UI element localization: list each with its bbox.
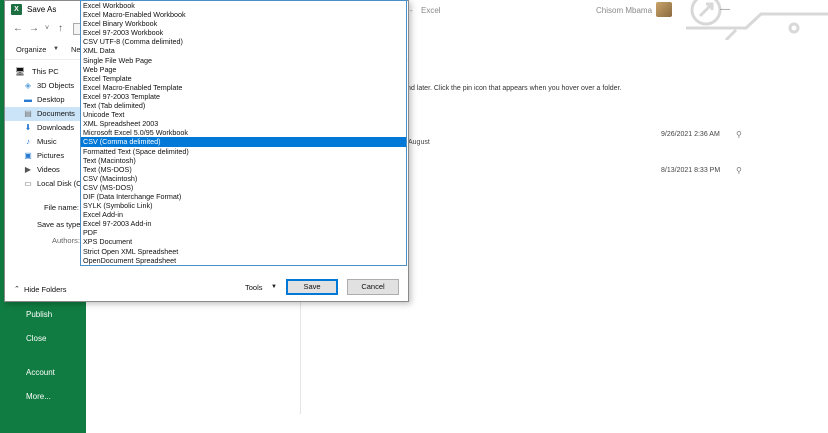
nav-item-music[interactable]: ♪ Music xyxy=(5,135,83,149)
pictures-icon: ▣ xyxy=(24,151,32,160)
nav-item-label: Downloads xyxy=(37,123,75,132)
hide-folders-button[interactable]: Hide Folders xyxy=(24,285,67,294)
forward-arrow-icon[interactable]: → xyxy=(29,23,39,34)
file-type-option[interactable]: Excel 97-2003 Workbook xyxy=(81,28,406,37)
group-header: August xyxy=(408,139,430,146)
file-name-label: File name: xyxy=(44,203,80,212)
chevron-up-icon[interactable]: ⌃ xyxy=(14,285,20,293)
download-icon: ⬇ xyxy=(24,123,32,132)
file-type-option[interactable]: CSV (Macintosh) xyxy=(81,174,406,183)
title-separator: - xyxy=(410,6,413,15)
documents-icon: ▤ xyxy=(24,109,32,118)
file-type-option[interactable]: CSV UTF-8 (Comma delimited) xyxy=(81,37,406,46)
up-arrow-icon[interactable]: ↑ xyxy=(58,23,63,34)
save-as-type-label: Save as type: xyxy=(37,220,83,229)
nav-close[interactable]: Close xyxy=(26,334,46,343)
tools-button[interactable]: Tools xyxy=(245,283,263,292)
minimize-icon[interactable]: — xyxy=(720,4,730,15)
file-type-dropdown-list[interactable]: Excel Workbook Excel Macro-Enabled Workbo… xyxy=(80,0,407,266)
file-type-option[interactable]: Microsoft Excel 5.0/95 Workbook xyxy=(81,128,406,137)
chevron-down-icon[interactable]: ˅ xyxy=(45,25,49,32)
file-type-option[interactable]: Text (Macintosh) xyxy=(81,156,406,165)
file-type-option[interactable]: XML Data xyxy=(81,46,406,55)
file-type-option[interactable]: DIF (Data Interchange Format) xyxy=(81,192,406,201)
file-type-option[interactable]: Excel 97-2003 Template xyxy=(81,92,406,101)
file-type-option[interactable]: Excel 97-2003 Add-in xyxy=(81,219,406,228)
pin-icon[interactable]: ⚲ xyxy=(736,130,742,139)
music-icon: ♪ xyxy=(26,137,30,146)
save-button[interactable]: Save xyxy=(286,279,338,295)
nav-item-downloads[interactable]: ⬇ Downloads xyxy=(5,121,83,135)
file-type-option[interactable]: Excel Add-in xyxy=(81,210,406,219)
nav-item-label: Music xyxy=(37,137,57,146)
desktop-icon: ▬ xyxy=(24,95,32,104)
nav-item-label: Pictures xyxy=(37,151,65,160)
file-type-option[interactable]: Strict Open XML Spreadsheet xyxy=(81,247,406,256)
nav-account[interactable]: Account xyxy=(26,368,55,377)
file-type-option[interactable]: Excel Macro-Enabled Workbook xyxy=(81,10,406,19)
file-type-option[interactable]: XML Spreadsheet 2003 xyxy=(81,119,406,128)
nav-item-local-disk[interactable]: ▭ Local Disk (C: xyxy=(5,177,83,191)
file-type-option[interactable]: OpenDocument Spreadsheet xyxy=(81,256,406,265)
file-type-option[interactable]: CSV (Comma delimited) xyxy=(81,137,406,147)
nav-item-desktop[interactable]: ▬ Desktop xyxy=(5,93,83,107)
chevron-down-icon[interactable]: ▼ xyxy=(53,46,59,52)
file-type-option[interactable]: Excel Workbook xyxy=(81,1,406,10)
video-icon: ▶ xyxy=(24,165,32,174)
nav-publish[interactable]: Publish xyxy=(26,310,52,319)
file-type-option[interactable]: PDF xyxy=(81,228,406,237)
nav-item-3d-objects[interactable]: ◈ 3D Objects xyxy=(5,79,83,93)
authors-label: Authors: xyxy=(52,236,80,245)
pin-hint-text: ily find later. Click the pin icon that … xyxy=(395,85,622,92)
file-type-option[interactable]: Web Page xyxy=(81,65,406,74)
app-title: Excel xyxy=(421,6,441,15)
file-type-option[interactable]: Text (MS-DOS) xyxy=(81,165,406,174)
nav-item-label: Local Disk (C: xyxy=(37,179,83,188)
nav-item-pictures[interactable]: ▣ Pictures xyxy=(5,149,83,163)
nav-item-label: Desktop xyxy=(37,95,65,104)
file-type-option[interactable]: Excel Template xyxy=(81,74,406,83)
nav-item-label: 3D Objects xyxy=(37,81,75,90)
cancel-button[interactable]: Cancel xyxy=(347,279,399,295)
computer-icon: 🖥 xyxy=(15,67,26,76)
nav-item-this-pc[interactable]: 🖥 This PC xyxy=(5,65,83,79)
navigation-pane: 🖥 This PC ◈ 3D Objects ▬ Desktop ▤ Docum… xyxy=(5,61,83,199)
file-type-option[interactable]: XPS Document xyxy=(81,237,406,246)
pin-icon[interactable]: ⚲ xyxy=(736,166,742,175)
nav-more[interactable]: More... xyxy=(26,392,51,401)
file-type-option[interactable]: CSV (MS-DOS) xyxy=(81,183,406,192)
organize-button[interactable]: Organize xyxy=(16,45,46,54)
file-type-option[interactable]: Unicode Text xyxy=(81,110,406,119)
user-name[interactable]: Chisom Mbama xyxy=(596,6,652,15)
nav-item-documents[interactable]: ▤ Documents xyxy=(5,107,83,121)
nav-item-label: Videos xyxy=(37,165,60,174)
file-type-option[interactable]: SYLK (Symbolic Link) xyxy=(81,201,406,210)
avatar[interactable] xyxy=(656,2,672,17)
circuit-decoration-icon xyxy=(686,0,828,40)
file-type-option[interactable]: Formatted Text (Space delimited) xyxy=(81,147,406,156)
back-arrow-icon[interactable]: ← xyxy=(13,23,23,34)
disk-icon: ▭ xyxy=(24,179,32,188)
dialog-title: Save As xyxy=(27,5,57,14)
file-type-option[interactable]: Single File Web Page xyxy=(81,56,406,65)
file-type-option[interactable]: Excel Binary Workbook xyxy=(81,19,406,28)
chevron-down-icon[interactable]: ▼ xyxy=(271,284,277,290)
cube-icon: ◈ xyxy=(24,81,32,90)
nav-item-videos[interactable]: ▶ Videos xyxy=(5,163,83,177)
file-type-option[interactable]: Excel Macro-Enabled Template xyxy=(81,83,406,92)
nav-item-label: Documents xyxy=(37,109,75,118)
file-type-option[interactable]: Text (Tab delimited) xyxy=(81,101,406,110)
nav-item-label: This PC xyxy=(32,67,59,76)
file-date: 9/26/2021 2:36 AM xyxy=(661,131,720,138)
excel-icon: X xyxy=(11,4,22,15)
file-date: 8/13/2021 8:33 PM xyxy=(661,167,721,174)
